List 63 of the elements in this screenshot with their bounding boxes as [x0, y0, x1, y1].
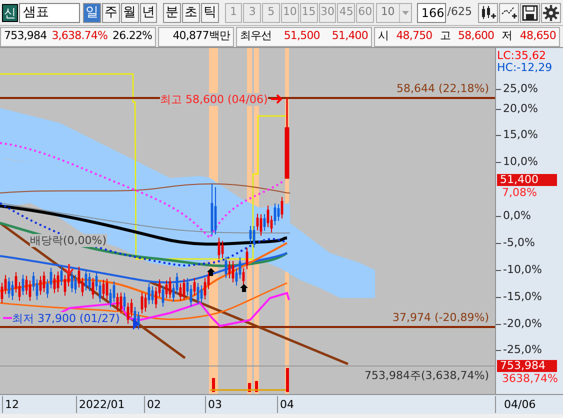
period-tab[interactable]: 주 — [102, 2, 120, 22]
down-arrow-icon — [64, 263, 74, 276]
axis-tick-label: -15,0% — [503, 291, 542, 303]
open-label: 시 — [378, 28, 389, 44]
page-total: /625 — [447, 4, 473, 20]
indicator-label: LC:35,62 — [497, 50, 546, 62]
period-tab[interactable]: 초 — [182, 2, 200, 22]
trade-amount: 40,877백만 — [172, 28, 230, 44]
axis-tick-label: 15,0% — [503, 129, 538, 141]
best-bid: 51,400 — [332, 28, 368, 44]
date-label: 2022/01 — [76, 396, 125, 413]
high-label: 고 — [440, 28, 450, 44]
best-quote-label: 최우선 — [240, 28, 272, 44]
period-tab[interactable]: 일 — [83, 2, 101, 22]
dividend-label: 배당락(0,00%) — [30, 234, 107, 247]
low-label: 저 — [502, 28, 512, 44]
volume-value: 753,984 — [4, 28, 47, 44]
open-price: 48,750 — [396, 28, 432, 44]
date-label: 04/06 — [495, 396, 536, 413]
period-tab[interactable]: 분 — [163, 2, 182, 22]
up-arrow-icon — [240, 284, 248, 292]
best-ask: 51,500 — [284, 28, 320, 44]
interval-select[interactable]: 10 — [376, 2, 412, 22]
current-price-badge: 51,400 — [497, 174, 557, 186]
volume-change: 3,638.74% — [52, 28, 108, 44]
low-price-label: 최저 37,900 (01/27) — [12, 312, 120, 325]
axis-tick-label: -10,0% — [503, 264, 542, 276]
period-tab[interactable]: 월 — [120, 2, 139, 22]
line-add-button[interactable] — [498, 2, 519, 22]
candle-add-button[interactable] — [478, 2, 498, 22]
volume-label: 753,984주(3,638,74%) — [364, 369, 489, 382]
change-label: 7,08% — [502, 187, 537, 199]
price-label: 37,974 (-20,89%) — [392, 311, 489, 324]
high-price-label: 최고 58,600 (04/06) — [160, 93, 268, 106]
price-label: 58,644 (22,18%) — [396, 82, 489, 95]
turnover-rate: 26.22% — [112, 28, 152, 44]
save-button[interactable] — [520, 2, 540, 22]
settings-button[interactable] — [540, 2, 561, 22]
date-label: 04 — [277, 396, 294, 413]
axis-tick-label: 20,0% — [503, 103, 538, 115]
arrow-icon — [270, 94, 282, 104]
up-arrow-icon — [207, 268, 215, 276]
axis-tick-label: 25,0% — [503, 83, 538, 95]
high-price: 58,600 — [458, 28, 494, 44]
volume-badge: 753,984 — [497, 360, 557, 372]
date-label: 12 — [2, 396, 19, 413]
axis-tick-label: 0,0% — [503, 210, 531, 222]
caret-icon — [402, 10, 409, 14]
date-label: 02 — [144, 396, 161, 413]
period-tab[interactable]: 틱 — [200, 2, 219, 22]
date-label: 03 — [205, 396, 222, 413]
indicator-label: HC:-12,29 — [497, 62, 552, 74]
axis-tick-label: -20,0% — [503, 318, 542, 330]
low-marker-icon — [133, 318, 139, 330]
volume-change-label: 3638,74% — [502, 373, 558, 385]
axis-tick-label: 10,0% — [503, 156, 538, 168]
symbol-field[interactable]: 샘표 — [18, 2, 80, 22]
page-field[interactable]: 166 — [416, 2, 446, 22]
axis-tick-label: -25,0% — [503, 344, 542, 356]
axis-tick-label: -5,0% — [503, 237, 535, 249]
period-tab[interactable]: 년 — [140, 2, 158, 22]
low-price: 48,650 — [520, 28, 556, 44]
market-badge: 신 — [2, 4, 18, 22]
